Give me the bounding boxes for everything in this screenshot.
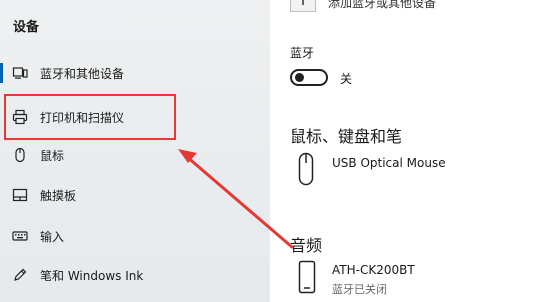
highlight-box (4, 94, 176, 140)
touchpad-icon (12, 187, 28, 203)
add-device-button[interactable]: + (290, 0, 316, 12)
mouse-icon (12, 147, 28, 163)
sidebar-item-label: 蓝牙和其他设备 (40, 66, 125, 81)
sidebar-item-label: 鼠标 (40, 148, 65, 163)
bluetooth-devices-icon (12, 65, 28, 81)
add-device-label: 添加蓝牙或其他设备 (328, 0, 437, 10)
pen-icon (12, 267, 28, 283)
audio-device-name[interactable]: ATH-CK200BT (332, 263, 415, 277)
toggle-knob (295, 73, 304, 82)
audio-heading: 音频 (290, 236, 323, 255)
audio-device-status: 蓝牙已关闭 (332, 283, 387, 296)
sidebar-item-label: 输入 (40, 229, 65, 244)
bluetooth-state: 关 (340, 72, 353, 86)
bluetooth-toggle[interactable] (290, 69, 328, 86)
sidebar-item-pen[interactable]: 笔和 Windows Ink (0, 258, 270, 292)
phone-icon (298, 260, 316, 298)
mouse-icon (298, 152, 314, 190)
sidebar-item-touchpad[interactable]: 触摸板 (0, 178, 270, 212)
sidebar-item-mouse[interactable]: 鼠标 (0, 138, 270, 172)
mouse-device-name[interactable]: USB Optical Mouse (332, 156, 446, 170)
main-panel: + 添加蓝牙或其他设备 蓝牙 关 鼠标、键盘和笔 USB Optical Mou… (270, 0, 550, 302)
sidebar-title: 设备 (13, 20, 40, 35)
sidebar-item-bluetooth[interactable]: 蓝牙和其他设备 (0, 56, 270, 90)
keyboard-icon (12, 228, 28, 244)
settings-sidebar: 设备 蓝牙和其他设备 打印机和扫描仪 鼠标 触摸板 输入 笔和 Windows … (0, 0, 270, 302)
sidebar-item-label: 触摸板 (40, 188, 77, 203)
bluetooth-label: 蓝牙 (290, 46, 315, 60)
mouse-keyboard-pen-heading: 鼠标、键盘和笔 (290, 127, 403, 146)
sidebar-item-label: 笔和 Windows Ink (40, 268, 144, 283)
sidebar-item-typing[interactable]: 输入 (0, 219, 270, 253)
